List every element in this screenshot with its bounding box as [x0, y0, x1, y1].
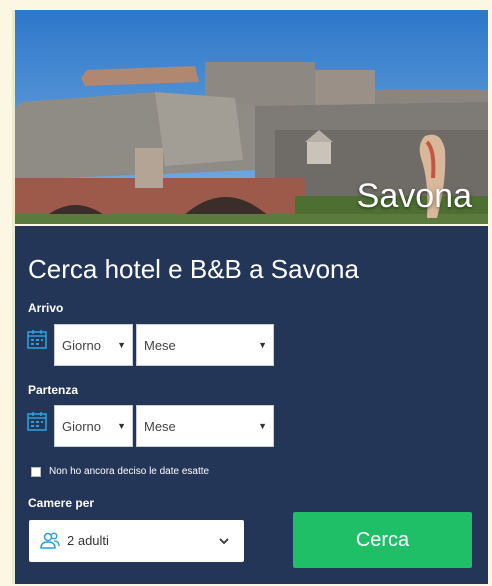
users-icon [40, 532, 60, 549]
guests-select[interactable]: 2 adulti [29, 520, 244, 562]
checkin-day-value: Giorno [62, 338, 102, 353]
caret-down-icon: ▼ [117, 340, 126, 350]
hotel-search-widget: Savona Cerca hotel e B&B a Savona Arrivo… [12, 10, 488, 584]
calendar-icon[interactable] [27, 329, 47, 349]
hero-image: Savona [15, 10, 488, 224]
page-title: Cerca hotel e B&B a Savona [28, 254, 359, 284]
caret-down-icon: ▼ [117, 421, 126, 431]
chevron-down-icon [219, 538, 229, 545]
checkout-label: Partenza [28, 383, 79, 397]
search-button[interactable]: Cerca [293, 512, 472, 568]
checkout-day-select[interactable]: Giorno ▼ [54, 405, 133, 447]
checkin-month-value: Mese [144, 338, 176, 353]
hero-city-name: Savona [356, 177, 472, 215]
checkout-day-value: Giorno [62, 419, 102, 434]
checkin-day-select[interactable]: Giorno ▼ [54, 324, 133, 366]
caret-down-icon: ▼ [258, 340, 267, 350]
guests-value: 2 adulti [67, 533, 109, 548]
no-dates-checkbox[interactable] [31, 467, 41, 477]
search-form: Cerca hotel e B&B a Savona Arrivo Giorno… [15, 226, 488, 584]
calendar-icon[interactable] [27, 411, 47, 431]
no-dates-label[interactable]: Non ho ancora deciso le date esatte [49, 465, 209, 478]
rooms-label: Camere per [28, 496, 95, 510]
caret-down-icon: ▼ [258, 421, 267, 431]
checkin-label: Arrivo [28, 301, 64, 315]
checkout-month-value: Mese [144, 419, 176, 434]
checkin-month-select[interactable]: Mese ▼ [136, 324, 274, 366]
checkout-month-select[interactable]: Mese ▼ [136, 405, 274, 447]
